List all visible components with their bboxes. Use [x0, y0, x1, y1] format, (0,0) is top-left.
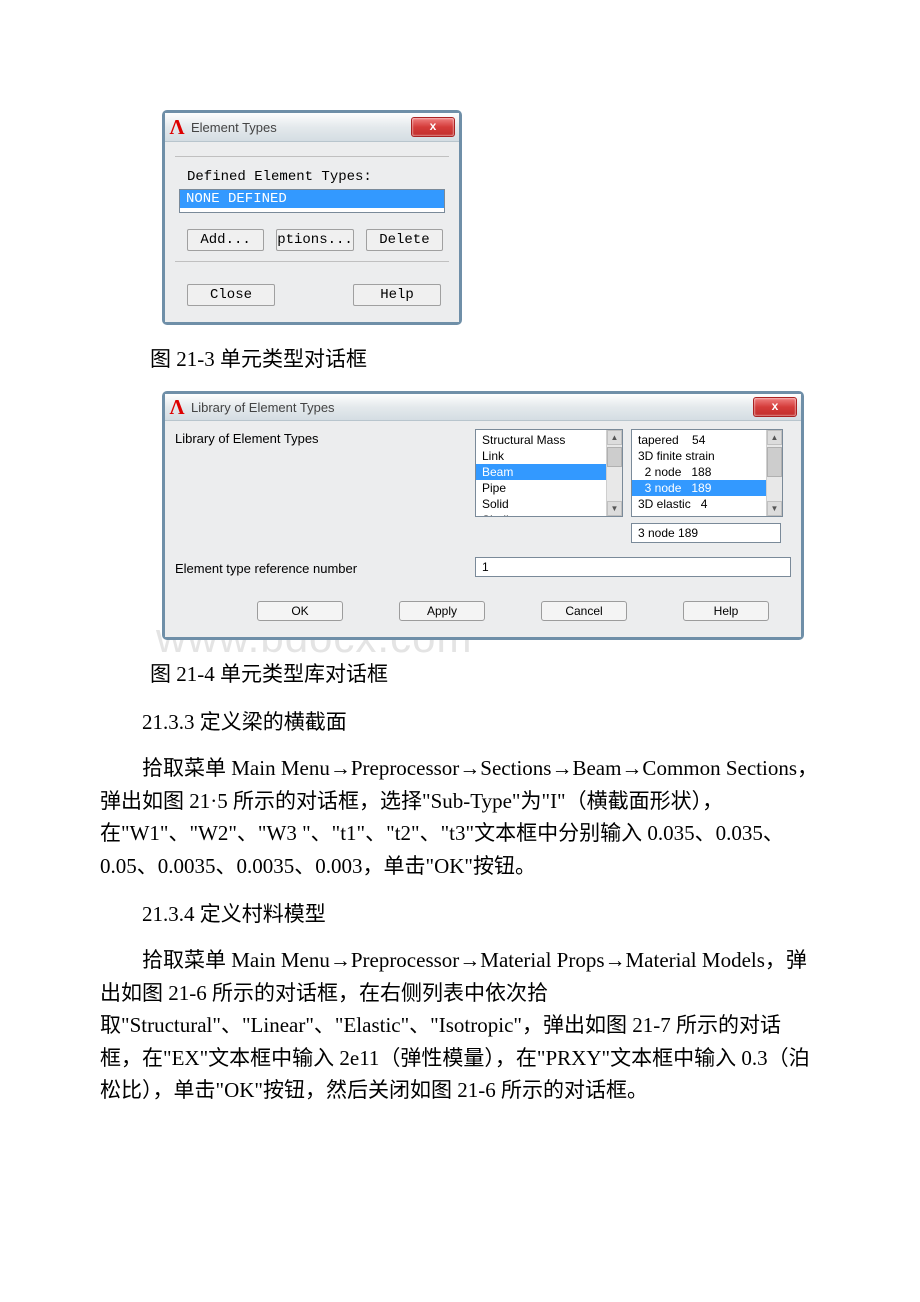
element-types-dialog: Λ Element Types x Defined Element Types:…: [162, 110, 462, 325]
help-button[interactable]: Help: [683, 601, 769, 621]
scrollbar[interactable]: ▲ ▼: [766, 430, 782, 516]
close-icon[interactable]: x: [753, 397, 797, 417]
list-item[interactable]: NONE DEFINED: [180, 190, 444, 208]
options-button[interactable]: ptions...: [276, 229, 354, 251]
cancel-button[interactable]: Cancel: [541, 601, 627, 621]
list-item[interactable]: Link: [482, 448, 607, 464]
app-icon: Λ: [169, 399, 185, 415]
defined-types-label: Defined Element Types:: [187, 169, 447, 185]
category-listbox[interactable]: Structural Mass Link Beam Pipe Solid She…: [475, 429, 623, 517]
help-button[interactable]: Help: [353, 284, 441, 306]
figure-caption-21-4: 图 21-4 单元类型库对话框: [150, 658, 820, 688]
app-icon: Λ: [169, 119, 185, 135]
add-button[interactable]: Add...: [187, 229, 264, 251]
list-item[interactable]: 2 node 188: [638, 464, 767, 480]
close-icon[interactable]: x: [411, 117, 455, 137]
scrollbar[interactable]: ▲ ▼: [606, 430, 622, 516]
refnum-input[interactable]: 1: [475, 557, 791, 577]
list-item[interactable]: Solid: [482, 496, 607, 512]
library-label: Library of Element Types: [175, 429, 475, 446]
refnum-label: Element type reference number: [175, 559, 475, 576]
dialog-titlebar: Λ Library of Element Types x: [165, 394, 801, 421]
list-item[interactable]: Beam: [476, 464, 607, 480]
scroll-up-icon[interactable]: ▲: [607, 430, 622, 445]
list-item[interactable]: 3D elastic 4: [638, 496, 767, 512]
library-dialog: Λ Library of Element Types x Library of …: [162, 391, 804, 640]
subtype-listbox[interactable]: tapered 54 3D finite strain 2 node 188 3…: [631, 429, 783, 517]
ok-button[interactable]: OK: [257, 601, 343, 621]
scroll-down-icon[interactable]: ▼: [607, 501, 622, 516]
section-heading-2134: 21.3.4 定义村料模型: [100, 898, 820, 928]
scroll-thumb[interactable]: [767, 447, 782, 477]
delete-button[interactable]: Delete: [366, 229, 443, 251]
defined-types-listbox[interactable]: NONE DEFINED: [179, 189, 445, 213]
dialog-body: Library of Element Types Structural Mass…: [165, 421, 801, 637]
apply-button[interactable]: Apply: [399, 601, 485, 621]
dialog-title: Element Types: [191, 120, 411, 135]
dialog-title: Library of Element Types: [191, 400, 753, 415]
selected-echo-field[interactable]: 3 node 189: [631, 523, 781, 543]
dialog-body: Defined Element Types: NONE DEFINED Add.…: [165, 142, 459, 322]
list-item[interactable]: 3 node 189: [632, 480, 767, 496]
close-button[interactable]: Close: [187, 284, 275, 306]
scroll-up-icon[interactable]: ▲: [767, 430, 782, 445]
paragraph: 拾取菜单 Main Menu→Preprocessor→Sections→Bea…: [100, 752, 820, 882]
dialog-titlebar: Λ Element Types x: [165, 113, 459, 142]
scroll-thumb[interactable]: [607, 447, 622, 467]
list-item[interactable]: tapered 54: [638, 432, 767, 448]
list-item[interactable]: 3D finite strain: [638, 448, 767, 464]
figure-caption-21-3: 图 21-3 单元类型对话框: [150, 343, 820, 373]
list-item[interactable]: Structural Mass: [482, 432, 607, 448]
list-item[interactable]: Shell: [482, 512, 607, 516]
section-heading-2133: 21.3.3 定义梁的横截面: [100, 706, 820, 736]
scroll-down-icon[interactable]: ▼: [767, 501, 782, 516]
paragraph: 拾取菜单 Main Menu→Preprocessor→Material Pro…: [100, 944, 820, 1107]
list-item[interactable]: Pipe: [482, 480, 607, 496]
